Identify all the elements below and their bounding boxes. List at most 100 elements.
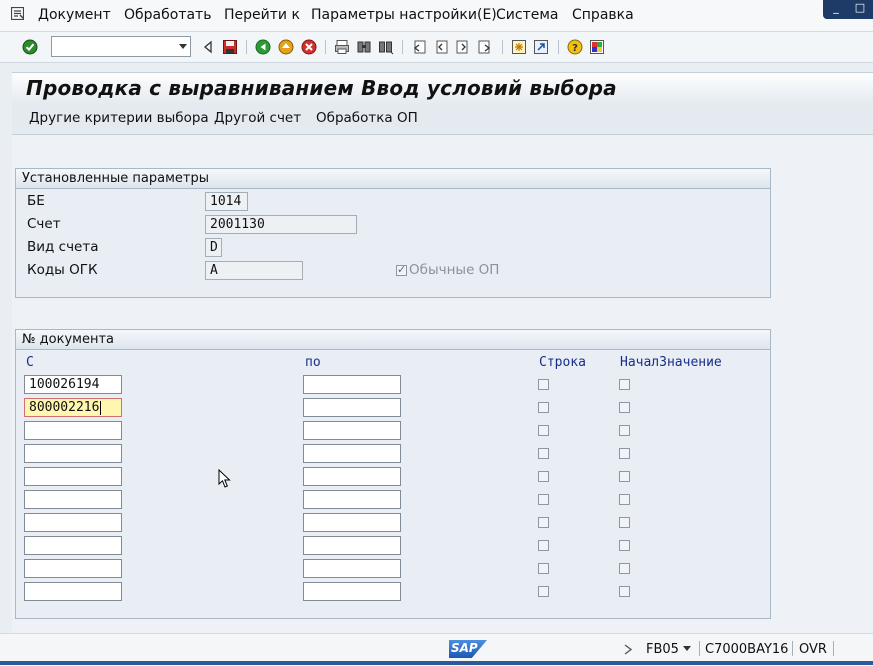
- line-checkbox[interactable]: [538, 448, 549, 459]
- minimize-icon[interactable]: _: [825, 0, 847, 16]
- doc-to-field[interactable]: [303, 444, 401, 463]
- doc-from-field[interactable]: [24, 536, 122, 555]
- next-page-icon[interactable]: [455, 39, 471, 55]
- chevron-down-icon[interactable]: [683, 646, 691, 652]
- documents-group: № документа С по Строка НачалЗначение 10…: [15, 329, 771, 619]
- last-page-icon[interactable]: [477, 39, 493, 55]
- help-icon[interactable]: ?: [567, 39, 583, 55]
- account-type-field[interactable]: D: [205, 238, 222, 257]
- doc-from-field[interactable]: [24, 467, 122, 486]
- params-group-title: Установленные параметры: [22, 171, 210, 186]
- account-type-label: Вид счета: [27, 239, 99, 255]
- company-label: БЕ: [27, 193, 45, 209]
- doc-to-field[interactable]: [303, 421, 401, 440]
- line-checkbox[interactable]: [538, 379, 549, 390]
- exit-icon[interactable]: [278, 39, 294, 55]
- normal-items-checkbox[interactable]: [396, 263, 407, 276]
- account-field[interactable]: 2001130: [205, 215, 357, 234]
- doc-to-field[interactable]: [303, 513, 401, 532]
- doc-to-field[interactable]: [303, 559, 401, 578]
- line-checkbox[interactable]: [538, 563, 549, 574]
- documents-group-title: № документа: [22, 332, 114, 347]
- initial-value-checkbox[interactable]: [619, 471, 630, 482]
- process-open-items-button[interactable]: Обработка ОП: [316, 110, 418, 126]
- system-name: C7000BAY16: [705, 642, 789, 657]
- company-field[interactable]: 1014: [205, 192, 248, 211]
- menu-icon[interactable]: [11, 7, 24, 20]
- line-checkbox[interactable]: [538, 517, 549, 528]
- print-icon[interactable]: [334, 39, 350, 55]
- text-caret: [100, 400, 102, 415]
- doc-from-field[interactable]: 800002216: [24, 398, 122, 417]
- svg-text:?: ?: [572, 43, 578, 54]
- initial-value-checkbox[interactable]: [619, 448, 630, 459]
- menu-document[interactable]: Документ: [38, 7, 111, 23]
- col-header-line: Строка: [539, 355, 586, 370]
- doc-from-field[interactable]: [24, 444, 122, 463]
- doc-to-field[interactable]: [303, 490, 401, 509]
- application-toolbar: Другие критерии выбора Другой счет Обраб…: [12, 104, 873, 135]
- toolbar-separator: [402, 40, 403, 54]
- col-header-from: С: [26, 355, 34, 370]
- doc-to-field[interactable]: [303, 467, 401, 486]
- find-icon[interactable]: [356, 39, 372, 55]
- doc-to-field[interactable]: [303, 398, 401, 417]
- initial-value-checkbox[interactable]: [619, 402, 630, 413]
- command-field[interactable]: [51, 36, 191, 57]
- menu-goto[interactable]: Перейти к: [224, 7, 300, 23]
- layout-icon[interactable]: [589, 39, 605, 55]
- first-page-icon[interactable]: [411, 39, 427, 55]
- doc-from-field[interactable]: [24, 421, 122, 440]
- initial-value-checkbox[interactable]: [619, 563, 630, 574]
- green-back-icon[interactable]: [255, 39, 271, 55]
- menu-edit[interactable]: Обработать: [124, 7, 211, 23]
- col-header-initial-value: НачалЗначение: [620, 355, 722, 370]
- shortcut-icon[interactable]: [533, 39, 549, 55]
- back-icon[interactable]: [200, 39, 216, 55]
- menu-help[interactable]: Справка: [572, 7, 634, 23]
- enter-icon[interactable]: [22, 39, 38, 55]
- menu-settings[interactable]: Параметры настройки(E): [311, 7, 497, 23]
- doc-to-field[interactable]: [303, 536, 401, 555]
- doc-from-field[interactable]: [24, 582, 122, 601]
- cancel-icon[interactable]: [301, 39, 317, 55]
- transaction-code: FB05: [646, 642, 679, 657]
- initial-value-checkbox[interactable]: [619, 540, 630, 551]
- status-expand-icon[interactable]: [624, 644, 632, 655]
- line-checkbox[interactable]: [538, 425, 549, 436]
- col-header-to: по: [305, 355, 321, 370]
- status-separator: [699, 641, 700, 656]
- initial-value-checkbox[interactable]: [619, 517, 630, 528]
- doc-from-field[interactable]: [24, 490, 122, 509]
- line-checkbox[interactable]: [538, 586, 549, 597]
- find-next-icon[interactable]: [378, 39, 394, 55]
- other-selection-criteria-button[interactable]: Другие критерии выбора: [29, 110, 209, 126]
- menu-bar: Документ Обработать Перейти к Параметры …: [0, 0, 873, 32]
- params-group: Установленные параметры БЕ 1014 Счет 200…: [15, 168, 771, 298]
- maximize-icon[interactable]: □: [849, 0, 871, 16]
- doc-from-field[interactable]: 100026194: [24, 375, 122, 394]
- doc-from-field[interactable]: [24, 559, 122, 578]
- line-checkbox[interactable]: [538, 494, 549, 505]
- new-session-icon[interactable]: [511, 39, 527, 55]
- sgl-field[interactable]: A: [205, 261, 303, 280]
- save-icon[interactable]: [222, 39, 238, 55]
- doc-to-field[interactable]: [303, 375, 401, 394]
- initial-value-checkbox[interactable]: [619, 379, 630, 390]
- toolbar-separator: [558, 40, 559, 54]
- line-checkbox[interactable]: [538, 540, 549, 551]
- other-account-button[interactable]: Другой счет: [214, 110, 301, 126]
- doc-to-field[interactable]: [303, 582, 401, 601]
- normal-items-label: Обычные ОП: [409, 262, 500, 278]
- line-checkbox[interactable]: [538, 402, 549, 413]
- initial-value-checkbox[interactable]: [619, 494, 630, 505]
- line-checkbox[interactable]: [538, 471, 549, 482]
- chevron-down-icon[interactable]: [179, 44, 187, 49]
- prev-page-icon[interactable]: [433, 39, 449, 55]
- toolbar-separator: [502, 40, 503, 54]
- doc-from-field[interactable]: [24, 513, 122, 532]
- menu-system[interactable]: Система: [496, 7, 558, 23]
- doc-from-value: 100026194: [29, 377, 100, 392]
- initial-value-checkbox[interactable]: [619, 425, 630, 436]
- initial-value-checkbox[interactable]: [619, 586, 630, 597]
